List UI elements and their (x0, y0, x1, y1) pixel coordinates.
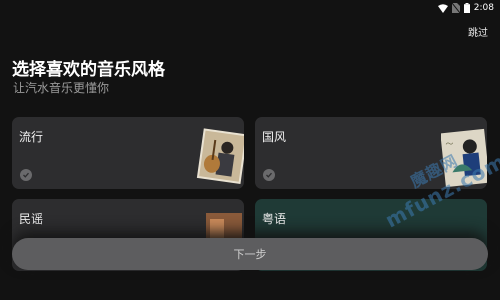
genre-label: 民谣 (19, 212, 44, 226)
skip-button[interactable]: 跳过 (468, 24, 488, 39)
genre-label: 粤语 (262, 212, 287, 226)
battery-icon (463, 3, 470, 13)
status-bar: 2:08 (0, 0, 500, 16)
check-icon (263, 169, 275, 181)
next-step-button[interactable]: 下一步 (12, 238, 488, 270)
genre-label: 流行 (19, 130, 44, 144)
no-sim-icon (451, 3, 460, 13)
check-icon (20, 169, 32, 181)
genre-card-pop[interactable]: 流行 (12, 117, 244, 189)
page-subtitle: 让汽水音乐更懂你 (13, 81, 110, 95)
genre-label: 国风 (262, 130, 287, 144)
pop-album-art (196, 128, 244, 184)
page-title: 选择喜欢的音乐风格 (12, 60, 165, 80)
status-time: 2:08 (473, 3, 494, 13)
wifi-icon (437, 3, 448, 13)
next-step-label: 下一步 (233, 248, 267, 261)
